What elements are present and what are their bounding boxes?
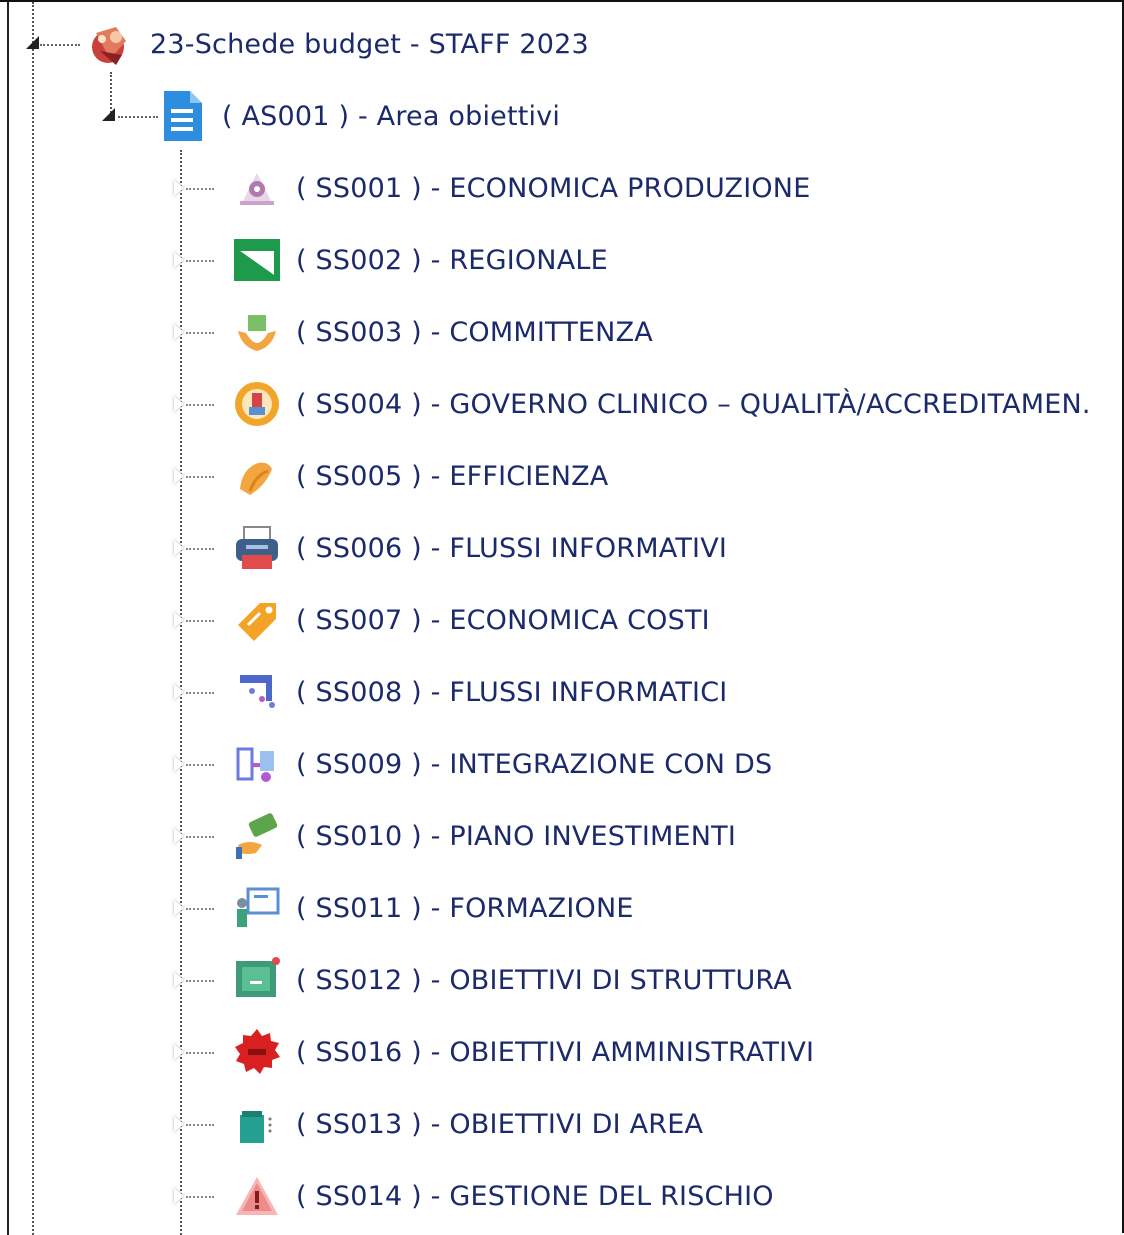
item-expand-toggle[interactable]: [174, 972, 184, 988]
item-expand-toggle[interactable]: [174, 252, 184, 268]
red-seal-icon: [232, 1027, 282, 1077]
presentation-board-icon: [232, 883, 282, 933]
tree-node-item[interactable]: ( SS013 ) - OBIETTIVI DI AREA: [232, 1094, 703, 1154]
integration-icon: [232, 739, 282, 789]
tree-node-area[interactable]: ( AS001 ) - Area obiettivi: [158, 86, 560, 146]
warning-icon: [232, 1171, 282, 1221]
item-label: ( SS009 ) - INTEGRAZIONE CON DS: [296, 748, 773, 780]
item-branch-line: [186, 692, 214, 694]
tree-node-item[interactable]: ( SS014 ) - GESTIONE DEL RISCHIO: [232, 1166, 774, 1226]
item-label: ( SS011 ) - FORMAZIONE: [296, 892, 634, 924]
area-expand-toggle[interactable]: [102, 108, 115, 121]
item-branch-line: [186, 548, 214, 550]
tree-node-item[interactable]: ( SS002 ) - REGIONALE: [232, 230, 608, 290]
item-expand-toggle[interactable]: [174, 324, 184, 340]
item-label: ( SS013 ) - OBIETTIVI DI AREA: [296, 1108, 704, 1140]
item-expand-toggle[interactable]: [174, 180, 184, 196]
item-expand-toggle[interactable]: [174, 1116, 184, 1132]
item-label: ( SS001 ) - ECONOMICA PRODUZIONE: [296, 172, 811, 204]
green-flag-icon: [232, 235, 282, 285]
item-expand-toggle[interactable]: [174, 540, 184, 556]
item-label: ( SS016 ) - OBIETTIVI AMMINISTRATIVI: [296, 1036, 815, 1068]
item-expand-toggle[interactable]: [174, 1188, 184, 1204]
tree-node-item[interactable]: ( SS007 ) - ECONOMICA COSTI: [232, 590, 710, 650]
item-branch-line: [186, 404, 214, 406]
badge-icon: [232, 379, 282, 429]
item-branch-line: [186, 332, 214, 334]
item-expand-toggle[interactable]: [174, 396, 184, 412]
root-connector-line: [32, 2, 34, 1235]
item-branch-line: [186, 1052, 214, 1054]
item-label: ( SS014 ) - GESTIONE DEL RISCHIO: [296, 1180, 774, 1212]
money-hand-icon: [232, 811, 282, 861]
tree-node-item[interactable]: ( SS004 ) - GOVERNO CLINICO – QUALITÀ/AC…: [232, 374, 1091, 434]
root-label: 23-Schede budget - STAFF 2023: [150, 28, 589, 60]
item-expand-toggle[interactable]: [174, 828, 184, 844]
tree-node-item[interactable]: ( SS003 ) - COMMITTENZA: [232, 302, 653, 362]
item-expand-toggle[interactable]: [174, 468, 184, 484]
item-label: ( SS012 ) - OBIETTIVI DI STRUTTURA: [296, 964, 792, 996]
item-expand-toggle[interactable]: [174, 684, 184, 700]
tree-node-root[interactable]: 23-Schede budget - STAFF 2023: [86, 14, 589, 74]
tree-node-item[interactable]: ( SS010 ) - PIANO INVESTIMENTI: [232, 806, 736, 866]
network-icon: [232, 667, 282, 717]
item-label: ( SS006 ) - FLUSSI INFORMATIVI: [296, 532, 728, 564]
area-box-icon: [232, 1099, 282, 1149]
item-label: ( SS008 ) - FLUSSI INFORMATICI: [296, 676, 728, 708]
item-branch-line: [186, 908, 214, 910]
item-expand-toggle[interactable]: [174, 756, 184, 772]
item-branch-line: [186, 188, 214, 190]
item-expand-toggle[interactable]: [174, 612, 184, 628]
item-label: ( SS003 ) - COMMITTENZA: [296, 316, 653, 348]
item-branch-line: [186, 1124, 214, 1126]
item-branch-line: [186, 980, 214, 982]
item-label: ( SS002 ) - REGIONALE: [296, 244, 608, 276]
printer-icon: [232, 523, 282, 573]
item-expand-toggle[interactable]: [174, 1044, 184, 1060]
item-branch-line: [186, 1196, 214, 1198]
item-expand-toggle[interactable]: [174, 900, 184, 916]
item-branch-line: [186, 836, 214, 838]
price-tag-icon: [232, 595, 282, 645]
tree-panel: 23-Schede budget - STAFF 2023 ( AS001 ) …: [0, 0, 1124, 1235]
item-branch-line: [186, 620, 214, 622]
scale-icon: [232, 163, 282, 213]
item-label: ( SS010 ) - PIANO INVESTIMENTI: [296, 820, 736, 852]
structure-board-icon: [232, 955, 282, 1005]
tree-node-item[interactable]: ( SS012 ) - OBIETTIVI DI STRUTTURA: [232, 950, 792, 1010]
tree-node-item[interactable]: ( SS016 ) - OBIETTIVI AMMINISTRATIVI: [232, 1022, 814, 1082]
tree-node-item[interactable]: ( SS006 ) - FLUSSI INFORMATIVI: [232, 518, 727, 578]
tree-node-item[interactable]: ( SS011 ) - FORMAZIONE: [232, 878, 634, 938]
tree-node-item[interactable]: ( SS009 ) - INTEGRAZIONE CON DS: [232, 734, 772, 794]
hands-holding-box-icon: [232, 307, 282, 357]
item-branch-line: [186, 764, 214, 766]
area-branch-line: [118, 116, 158, 118]
item-branch-line: [186, 476, 214, 478]
item-label: ( SS007 ) - ECONOMICA COSTI: [296, 604, 710, 636]
item-branch-line: [186, 260, 214, 262]
area-label: ( AS001 ) - Area obiettivi: [222, 100, 561, 132]
clapping-hands-icon: [232, 451, 282, 501]
tree-node-item[interactable]: ( SS008 ) - FLUSSI INFORMATICI: [232, 662, 727, 722]
item-label: ( SS005 ) - EFFICIENZA: [296, 460, 609, 492]
panel-left-border: [7, 2, 9, 1235]
tree-node-item[interactable]: ( SS005 ) - EFFICIENZA: [232, 446, 608, 506]
item-label: ( SS004 ) - GOVERNO CLINICO – QUALITÀ/AC…: [296, 388, 1091, 420]
budget-sheet-icon: [86, 19, 136, 69]
tree-node-item[interactable]: ( SS001 ) - ECONOMICA PRODUZIONE: [232, 158, 810, 218]
root-branch-line: [40, 44, 80, 46]
document-icon: [158, 91, 208, 141]
root-expand-toggle[interactable]: [26, 36, 39, 49]
